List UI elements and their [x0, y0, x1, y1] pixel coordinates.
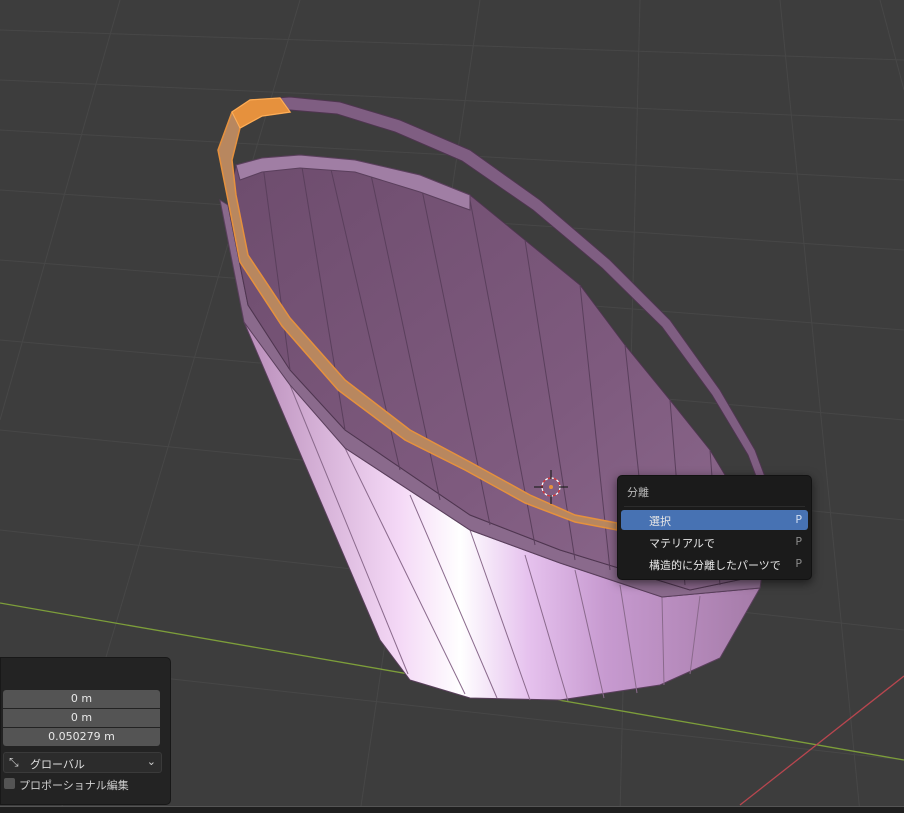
move-x-field[interactable]: 0 m	[3, 690, 160, 708]
menu-title: 分離	[627, 486, 649, 499]
x-axis-line	[739, 675, 904, 806]
menu-item-label: 構造的に分離したパーツで	[649, 559, 781, 572]
menu-item-shortcut: P	[795, 557, 802, 570]
operator-redo-panel: 0 m 0 m 0.050279 m ⤡ グローバル ⌄ プロポーショナル編集	[0, 657, 171, 805]
status-bar	[0, 806, 904, 813]
3d-viewport[interactable]: 分離 選択 P マテリアルで P 構造的に分離したパーツで P 0 m 0 m …	[0, 0, 904, 813]
menu-divider	[624, 506, 805, 507]
move-y-field[interactable]: 0 m	[3, 709, 160, 727]
menu-item-by-material[interactable]: マテリアルで P	[621, 532, 808, 552]
basket-mesh	[219, 96, 771, 702]
transform-orientation-icon: ⤡	[9, 755, 19, 769]
menu-item-shortcut: P	[795, 513, 802, 526]
menu-item-label: マテリアルで	[649, 537, 715, 550]
menu-item-shortcut: P	[795, 535, 802, 548]
chevron-down-icon: ⌄	[146, 755, 156, 768]
separate-menu: 分離 選択 P マテリアルで P 構造的に分離したパーツで P	[617, 475, 812, 580]
proportional-edit-label: プロポーショナル編集	[19, 779, 129, 792]
proportional-edit-checkbox[interactable]	[4, 778, 15, 789]
menu-item-selection[interactable]: 選択 P	[621, 510, 808, 530]
menu-item-by-loose-parts[interactable]: 構造的に分離したパーツで P	[621, 554, 808, 574]
orientation-dropdown[interactable]: ⤡ グローバル ⌄	[3, 752, 162, 773]
menu-item-label: 選択	[649, 515, 671, 528]
orientation-label: グローバル	[30, 758, 85, 771]
move-z-field[interactable]: 0.050279 m	[3, 728, 160, 746]
